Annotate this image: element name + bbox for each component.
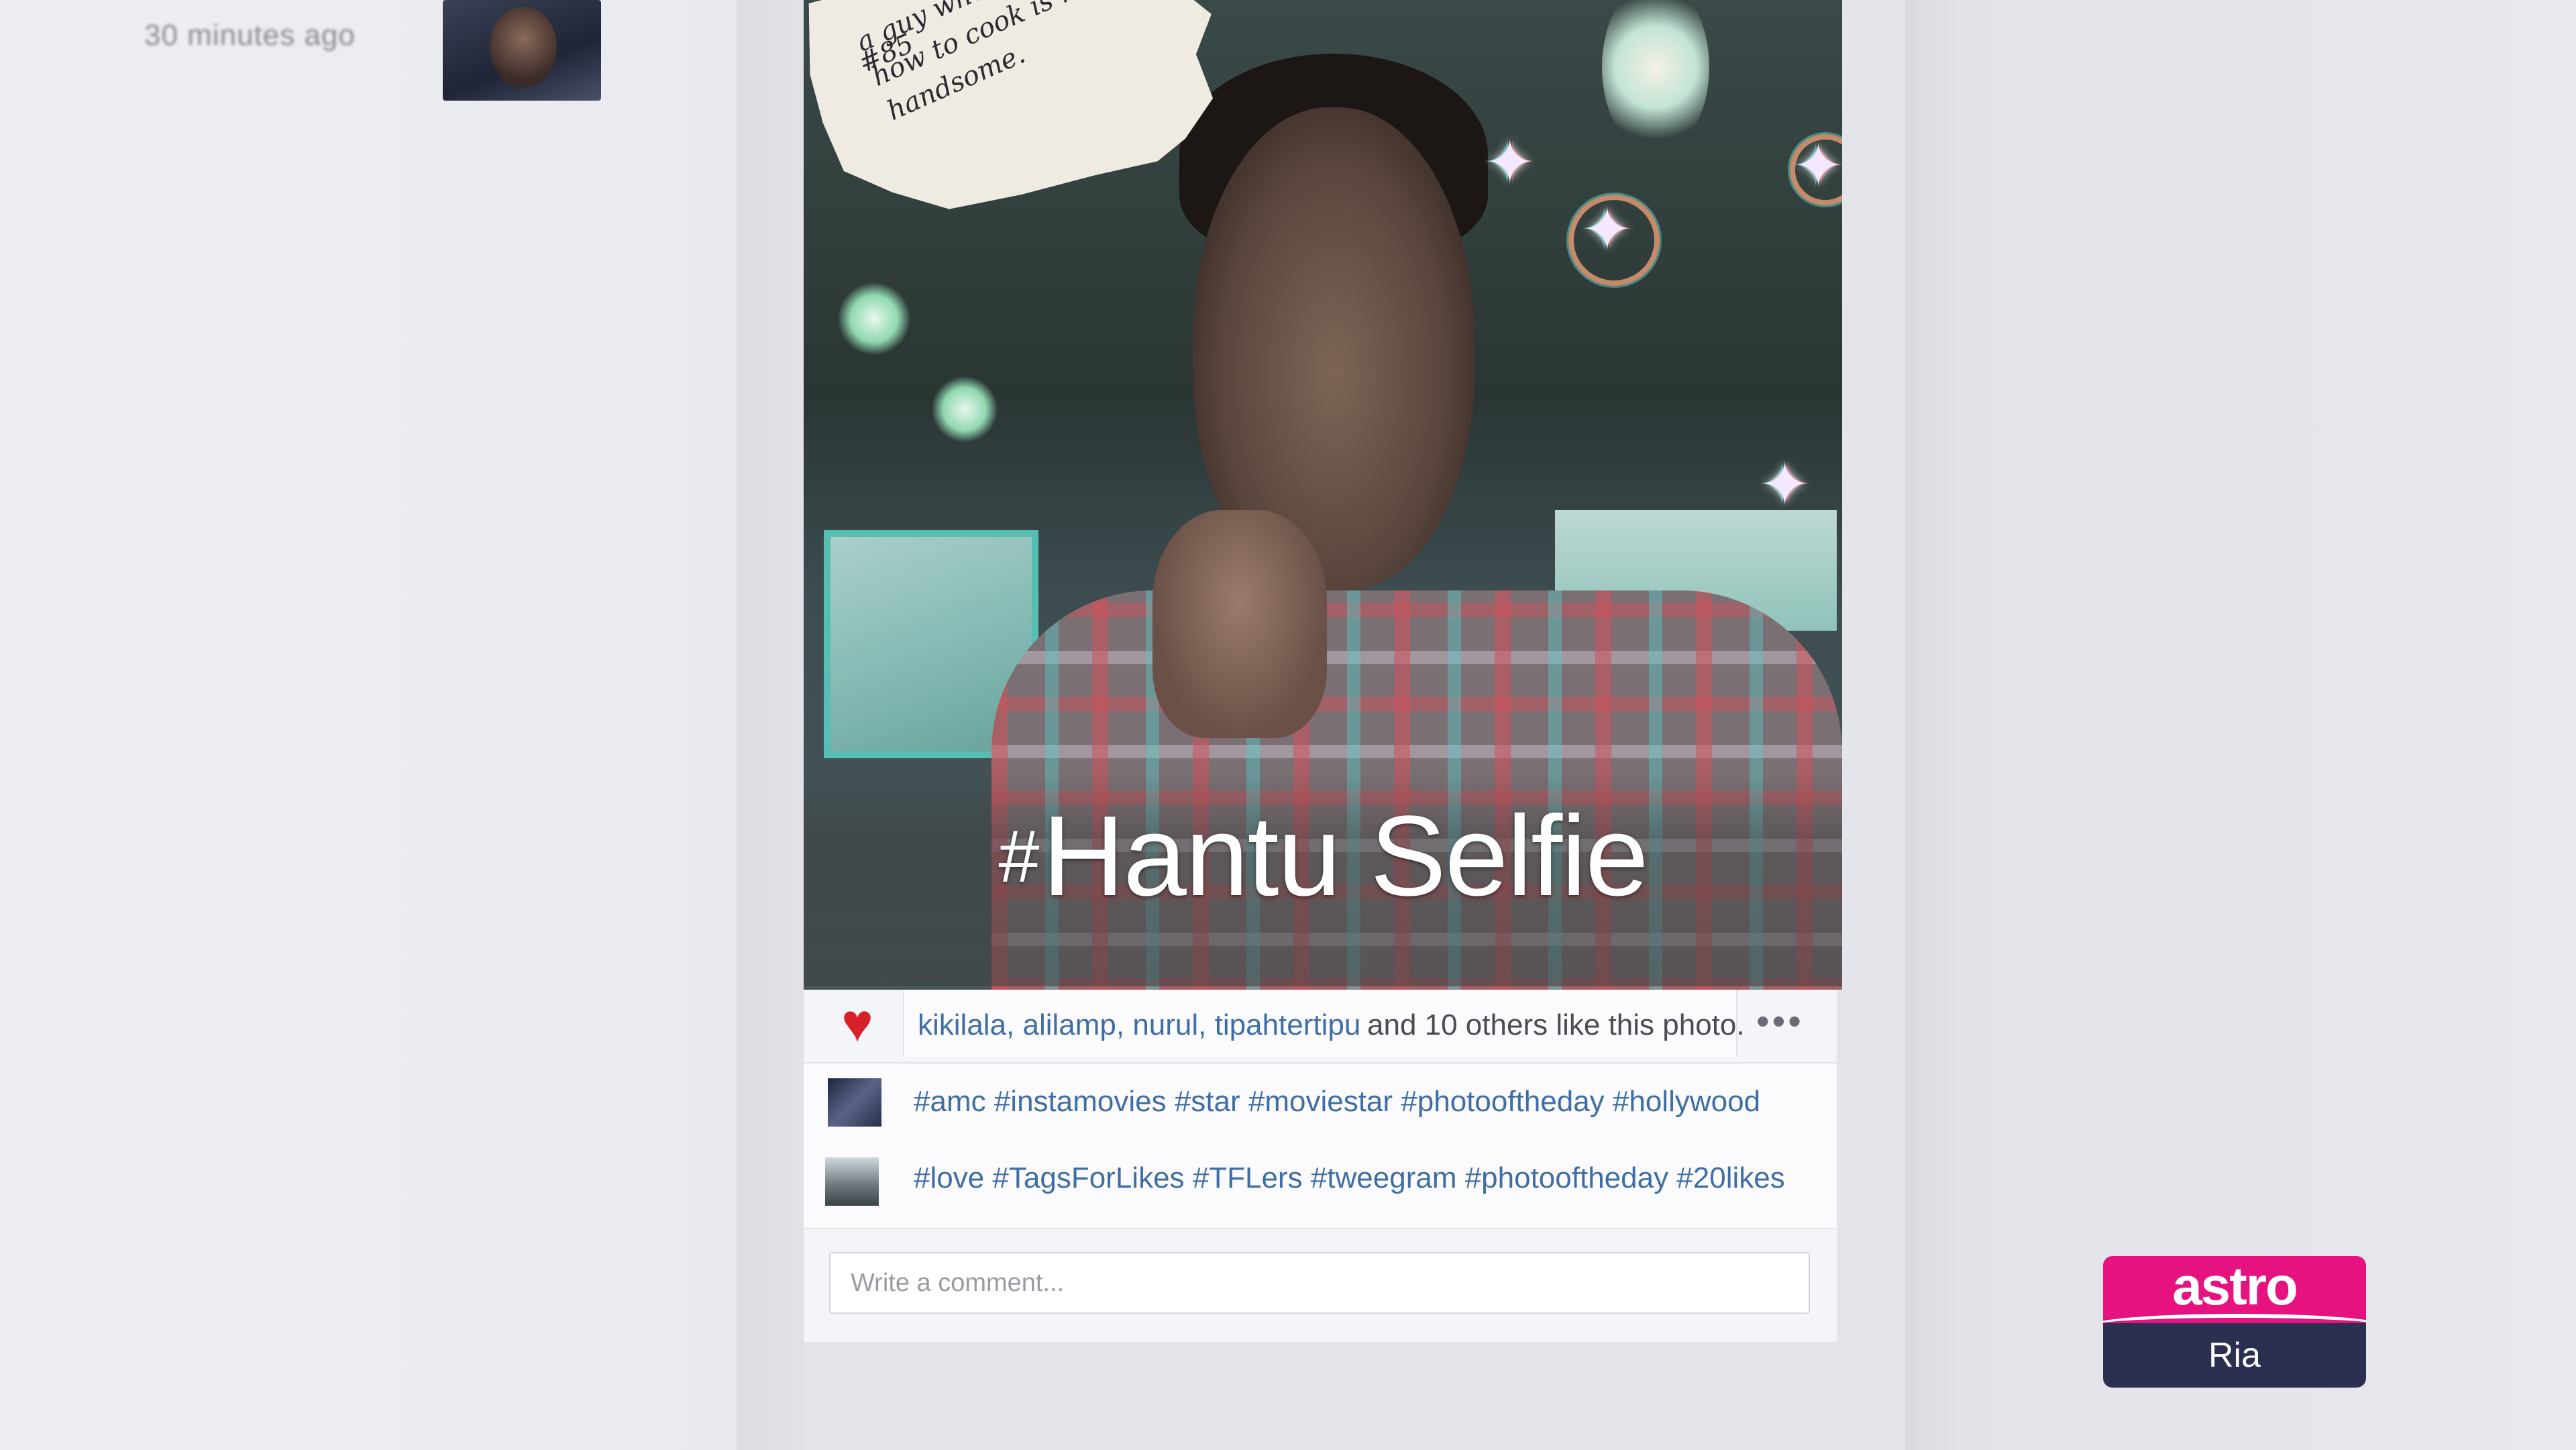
avatar[interactable] [828,1078,881,1127]
sparkle-icon: ✦ [1793,133,1842,200]
hand [1152,510,1327,738]
avatar[interactable] [825,1157,879,1206]
lamp-light [931,376,998,443]
channel-logo: astro Ria [2103,1256,2366,1388]
comment-text[interactable]: #amc #instamovies #star #moviestar #phot… [914,1085,1760,1119]
sparkle-icon: ✦ [1582,197,1633,264]
post-timestamp: 30 minutes ago [144,19,356,52]
sparkle-icon: ✦ [1485,130,1536,197]
likes-count-text: and 10 others like this photo. [1367,1008,1745,1041]
left-panel [0,0,737,1450]
sparkle-icon: ✦ [1760,452,1811,519]
lamp-light [837,282,911,356]
comment-input-area [804,1229,1837,1342]
caption-hash: # [998,815,1039,898]
left-divider [737,0,804,1450]
thumbnail-image[interactable] [443,0,601,101]
post-card: ✦ ✦ ✦ ✦ a guy who knows how to cook is r… [804,0,1842,1342]
right-panel [1905,0,2576,1450]
likes-row: ♥ kikilala, alilamp, nurul, tipahtertipu… [804,990,1837,1064]
more-options-icon[interactable]: ••• [1756,999,1804,1043]
channel-logo-bottom: Ria [2103,1323,2366,1388]
channel-logo-top: astro [2103,1256,2366,1323]
likers-links[interactable]: kikilala, alilamp, nurul, tipahtertipu [918,1008,1360,1042]
comments-list: #amc #instamovies #star #moviestar #phot… [804,1064,1837,1229]
caption-text: Hantu Selfie [1042,792,1649,920]
comment-text[interactable]: #love #TagsForLikes #TFLers #tweegram #p… [914,1161,1785,1195]
photo-caption: #Hantu Selfie [804,790,1842,922]
post-photo[interactable]: ✦ ✦ ✦ ✦ a guy who knows how to cook is r… [804,0,1842,990]
heart-icon[interactable]: ♥ [830,996,884,1050]
comment-input[interactable] [829,1252,1810,1314]
lamp-light [1602,0,1709,154]
